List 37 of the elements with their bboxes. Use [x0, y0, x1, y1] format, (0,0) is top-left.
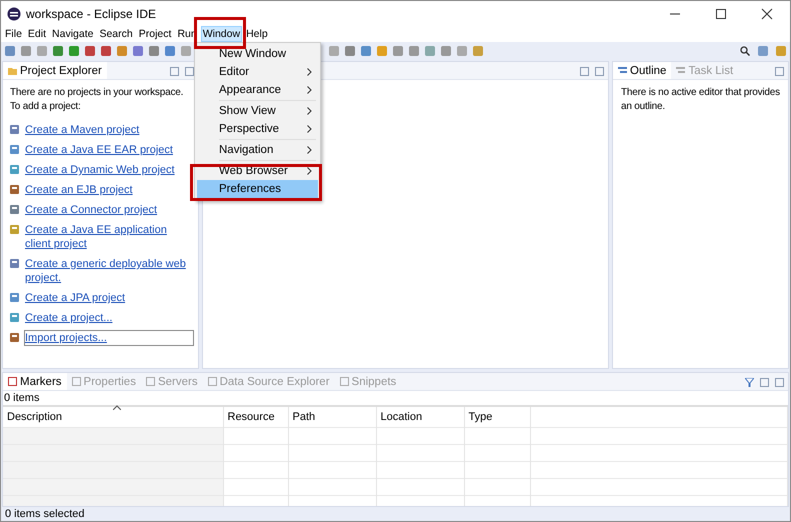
menu-item[interactable]: Navigate	[50, 26, 96, 42]
link[interactable]: Create an EJB project	[24, 182, 134, 198]
link[interactable]: Create a Dynamic Web project	[24, 162, 176, 178]
menu-item[interactable]: Appearance	[197, 81, 318, 99]
menu-item[interactable]: Navigation	[197, 141, 318, 159]
menu-item[interactable]: Editor	[197, 63, 318, 81]
link[interactable]: Create a Java EE EAR project	[24, 142, 174, 158]
view-tab[interactable]: Outline	[613, 61, 672, 79]
link[interactable]: Create a Connector project	[24, 202, 158, 218]
link[interactable]: Create a Java EE application client project	[24, 222, 194, 252]
link[interactable]: Create a Maven project	[24, 122, 140, 138]
column-header[interactable]: Location	[376, 407, 464, 428]
menu-item[interactable]: Help	[244, 26, 270, 42]
menu-item[interactable]: Perspective	[197, 120, 318, 138]
column-header[interactable]: Path	[288, 407, 376, 428]
link[interactable]: Create a project...	[24, 310, 114, 326]
menu-item[interactable]: File	[3, 26, 24, 42]
menu-item[interactable]: Edit	[26, 26, 48, 42]
menu-item[interactable]: Preferences	[197, 180, 318, 198]
menu-item[interactable]: New Window	[197, 45, 318, 63]
menu-item[interactable]: Show View	[197, 102, 318, 120]
menu-item[interactable]: Search	[97, 26, 135, 42]
menu-item[interactable]: Project	[136, 26, 174, 42]
column-header[interactable]: Type	[464, 407, 530, 428]
menu-item[interactable]: Window	[200, 26, 242, 42]
empty-message: There is no active editor that provides an outline.	[620, 86, 781, 114]
column-header[interactable]: Resource	[223, 407, 288, 428]
status-text: 0 items selected	[5, 508, 84, 520]
link[interactable]: Create a JPA project	[24, 290, 126, 306]
view-tab[interactable]: Markers	[3, 373, 67, 390]
empty-message: There are no projects in your workspace.	[10, 86, 184, 100]
window-title: workspace - Eclipse IDE	[26, 6, 156, 20]
view-tab[interactable]: Project Explorer	[3, 61, 107, 79]
empty-message: To add a project:	[10, 100, 82, 114]
item-count: 0 items	[3, 391, 788, 407]
link[interactable]: Import projects...	[24, 330, 194, 346]
link[interactable]: Create a generic deployable web project.	[24, 256, 194, 286]
